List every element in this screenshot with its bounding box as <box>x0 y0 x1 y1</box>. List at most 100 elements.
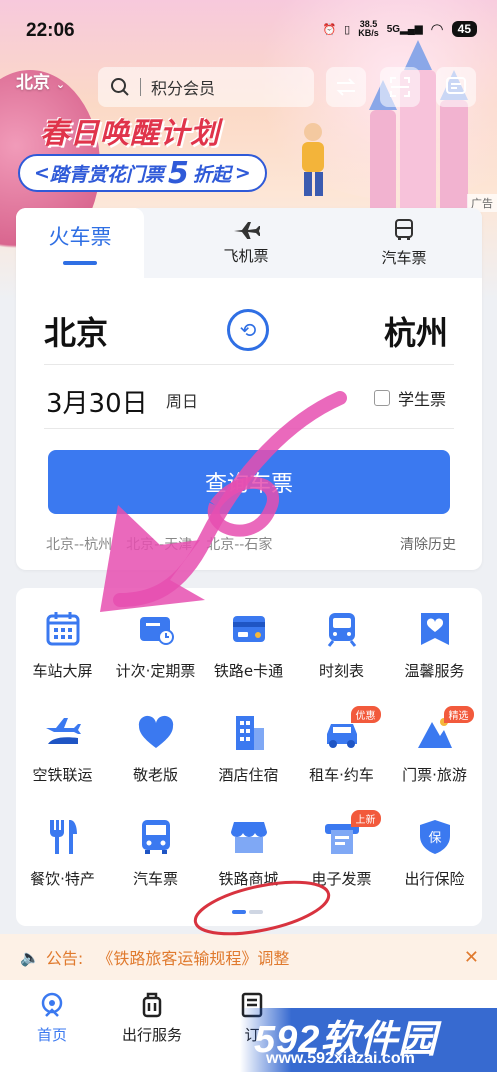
close-icon[interactable]: ✕ <box>464 947 479 968</box>
service-air-rail[interactable]: 空铁联运 <box>16 692 109 792</box>
nav-travel-service[interactable]: 出行服务 <box>102 980 202 1050</box>
service-insurance[interactable]: 保 出行保险 <box>388 796 481 896</box>
city-selector[interactable]: 北京 ⌄ <box>16 68 65 93</box>
divider <box>44 364 454 365</box>
signal-icon: 5G▂▄▆ <box>386 23 423 35</box>
banner-discount: 5 <box>167 155 189 191</box>
luggage-icon <box>142 992 162 1018</box>
to-station[interactable]: 杭州 <box>384 308 448 354</box>
tab-train-label: 火车票 <box>48 225 112 249</box>
vibrate-icon: ▯ <box>344 23 351 36</box>
service-label: 计次·定期票 <box>115 662 196 680</box>
divider <box>44 428 454 429</box>
service-elder-mode[interactable]: 敬老版 <box>109 692 202 792</box>
service-period-ticket[interactable]: 计次·定期票 <box>109 588 202 688</box>
student-ticket-toggle[interactable]: 学生票 <box>373 386 446 410</box>
city-label: 北京 <box>16 73 50 93</box>
nav-home[interactable]: 首页 <box>2 980 102 1050</box>
page-dot-active <box>232 910 246 914</box>
query-tickets-button[interactable]: 查询车票 <box>48 450 450 514</box>
tab-plane[interactable]: 飞机票 <box>196 208 296 278</box>
switch-button[interactable] <box>326 67 366 107</box>
message-icon <box>446 77 466 94</box>
wifi-icon: ◠ <box>430 21 444 38</box>
svg-text:保: 保 <box>428 831 441 846</box>
announcement-text: 《铁路旅客运输规程》调整 <box>97 949 290 968</box>
banner-title: 春日唤醒计划 <box>40 116 221 150</box>
mountain-icon-wrapper: 精选 <box>416 706 474 752</box>
speaker-icon: 🔈 <box>20 947 40 967</box>
service-food[interactable]: 餐饮·特产 <box>16 796 109 896</box>
network-speed: 38.5 KB/s <box>358 20 379 38</box>
search-bar[interactable]: 积分会员 <box>98 67 314 107</box>
swap-icon: ⟲ <box>239 318 257 342</box>
status-bar: 22:06 ⏰ ▯ 38.5 KB/s 5G▂▄▆ ◠ 45 <box>0 0 497 60</box>
message-button[interactable] <box>436 67 476 107</box>
castle-illustration <box>360 40 480 210</box>
heart-icon <box>138 715 173 748</box>
service-hotel[interactable]: 酒店住宿 <box>202 692 295 792</box>
status-icons: ⏰ ▯ 38.5 KB/s 5G▂▄▆ ◠ 45 <box>322 20 477 38</box>
service-care[interactable]: 温馨服务 <box>388 588 481 688</box>
service-label: 租车·约车 <box>309 766 374 784</box>
history-item[interactable]: 北京--天津 <box>126 534 192 554</box>
plane-icon <box>234 221 260 239</box>
service-e-invoice[interactable]: 上新 电子发票 <box>295 796 388 896</box>
service-timetable[interactable]: 时刻表 <box>295 588 388 688</box>
shield-icon: 保 <box>419 820 450 854</box>
chevron-down-icon: ⌄ <box>55 78 66 91</box>
services-grid: 车站大屏 计次·定期票 铁路e卡通 时刻表 温馨服务 空铁联运 敬老版 酒店住宿… <box>16 588 482 926</box>
clear-history-button[interactable]: 清除历史 <box>400 534 456 554</box>
service-label: 门票·旅游 <box>402 766 467 784</box>
scan-button[interactable] <box>380 67 420 107</box>
weekday-label: 周日 <box>166 392 199 411</box>
from-station[interactable]: 北京 <box>44 308 108 354</box>
speed-unit: KB/s <box>358 28 379 38</box>
tab-bus[interactable]: 汽车票 <box>354 208 454 278</box>
service-label: 空铁联运 <box>32 766 93 784</box>
service-ecard[interactable]: 铁路e卡通 <box>202 588 295 688</box>
active-tab-indicator <box>63 261 97 265</box>
history-item[interactable]: 北京--杭州 <box>46 534 112 554</box>
invoice-icon-wrapper: 上新 <box>323 810 381 856</box>
watermark-url: www.592xiazai.com <box>266 1050 415 1067</box>
ticket-tabs: 火车票 飞机票 汽车票 <box>16 208 482 278</box>
home-icon <box>41 992 63 1017</box>
search-placeholder: 积分会员 <box>151 79 216 98</box>
service-label: 车站大屏 <box>32 662 93 680</box>
service-label: 电子发票 <box>311 870 372 888</box>
service-bus-ticket[interactable]: 汽车票 <box>109 796 202 896</box>
tab-train[interactable]: 火车票 <box>16 208 144 278</box>
banner-subtitle: < 踏青赏花门票 5 折起 > <box>18 154 267 192</box>
tab-plane-label: 飞机票 <box>223 246 269 265</box>
swap-stations-button[interactable]: ⟲ <box>227 309 269 351</box>
page-indicator <box>232 910 263 914</box>
service-mall[interactable]: 铁路商城 <box>202 796 295 896</box>
scan-icon <box>390 77 410 97</box>
service-label: 铁路e卡通 <box>213 662 284 680</box>
service-car-rental[interactable]: 优惠 租车·约车 <box>295 692 388 792</box>
service-label: 敬老版 <box>132 766 178 784</box>
plane-train-icon <box>45 718 81 744</box>
utensils-icon <box>49 820 77 854</box>
service-label: 酒店住宿 <box>218 766 279 784</box>
hotel-icon <box>235 716 264 750</box>
network-type: 5G <box>386 23 401 35</box>
site-watermark: 592软件园 www.592xiazai.com <box>240 1008 497 1072</box>
car-icon-wrapper: 优惠 <box>323 706 381 752</box>
service-label: 餐饮·特产 <box>30 870 95 888</box>
service-station-screen[interactable]: 车站大屏 <box>16 588 109 688</box>
alarm-icon: ⏰ <box>322 23 337 36</box>
history-item[interactable]: 北京--石家 <box>206 534 272 554</box>
announcement-bar[interactable]: 🔈 公告: 《铁路旅客运输规程》调整 ✕ <box>0 934 497 980</box>
swap-arrows-icon <box>336 78 356 96</box>
status-time: 22:06 <box>26 20 75 41</box>
service-tickets-tour[interactable]: 精选 门票·旅游 <box>388 692 481 792</box>
service-label: 出行保险 <box>404 870 465 888</box>
nav-home-label: 首页 <box>36 1026 67 1044</box>
student-checkbox[interactable] <box>373 390 390 406</box>
banner-subtitle-left: 踏青赏花门票 <box>49 163 164 186</box>
chevron-right-icon: > <box>234 162 251 184</box>
search-icon <box>111 78 129 96</box>
date-selector[interactable]: 3月30日 <box>46 383 148 420</box>
